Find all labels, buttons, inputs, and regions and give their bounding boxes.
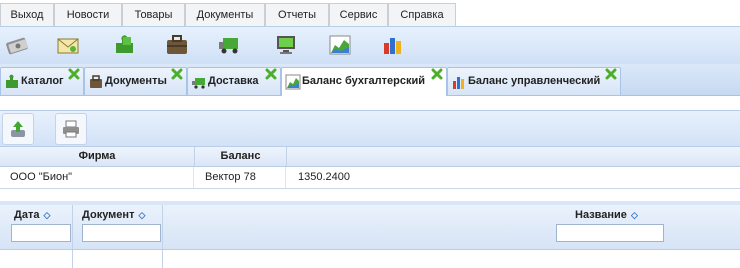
bar-chart-icon: [384, 38, 401, 54]
close-icon[interactable]: [431, 68, 443, 80]
export-icon: [11, 121, 25, 137]
sort-icon[interactable]: ◇: [138, 210, 145, 221]
document-filter-input[interactable]: [82, 224, 161, 242]
tab-label: Баланс бухгалтерский: [302, 75, 426, 87]
tab-label: Доставка: [208, 75, 259, 87]
puzzle-icon: [116, 35, 133, 53]
truck-icon: [219, 38, 238, 54]
export-button[interactable]: [2, 113, 34, 145]
table-row: [0, 250, 740, 268]
briefcase-icon: [167, 35, 187, 54]
name-filter-input[interactable]: [556, 224, 664, 242]
menu-help[interactable]: Справка: [388, 3, 456, 26]
delivery-button[interactable]: [216, 30, 246, 60]
truck-icon: [192, 78, 205, 89]
menu-bar: Выход Новости Товары Документы Отчеты Се…: [0, 0, 740, 26]
tab-label: Баланс управленческий: [468, 75, 601, 87]
tab-documents[interactable]: Документы: [84, 67, 187, 95]
menu-documents[interactable]: Документы: [185, 3, 265, 26]
tab-strip: Каталог Документы Доставка Баланс бухгал…: [0, 64, 740, 96]
tab-label: Каталог: [21, 75, 64, 87]
menu-exit[interactable]: Выход: [0, 3, 54, 26]
mail-button[interactable]: [53, 30, 83, 60]
monitor-button[interactable]: [271, 30, 301, 60]
briefcase-icon: [90, 75, 102, 88]
money-icon: [6, 37, 28, 55]
menu-service[interactable]: Сервис: [329, 3, 388, 26]
close-icon[interactable]: [171, 68, 183, 80]
print-button[interactable]: [55, 113, 87, 145]
close-icon[interactable]: [265, 68, 277, 80]
area-chart-icon: [285, 74, 301, 90]
column-label: Документ: [82, 209, 135, 221]
sort-icon[interactable]: ◇: [631, 210, 638, 221]
column-name[interactable]: Название ◇: [575, 209, 638, 221]
action-toolbar: [0, 110, 740, 147]
column-label: Название: [575, 209, 627, 221]
catalog-button[interactable]: [110, 30, 140, 60]
tab-balance-accounting[interactable]: Баланс бухгалтерский: [281, 67, 447, 96]
tab-label: Документы: [105, 75, 167, 87]
tab-catalog[interactable]: Каталог: [0, 67, 84, 95]
close-icon[interactable]: [68, 68, 80, 80]
cell-balance: Вектор 78: [195, 167, 286, 188]
column-firm[interactable]: Фирма: [0, 147, 195, 166]
area-chart-button[interactable]: [325, 30, 355, 60]
cell-firm: ООО "Бион": [0, 167, 194, 188]
sort-icon[interactable]: ◇: [43, 210, 50, 221]
column-document[interactable]: Документ ◇: [82, 209, 145, 221]
column-divider: [72, 250, 73, 268]
balance-table-header: Фирма Баланс: [0, 147, 740, 167]
bar-chart-icon: [453, 77, 464, 89]
menu-goods[interactable]: Товары: [122, 3, 185, 26]
menu-news[interactable]: Новости: [54, 3, 122, 26]
tab-delivery[interactable]: Доставка: [187, 67, 281, 95]
column-label: Дата: [14, 209, 40, 221]
cell-amount: 1350.2400: [298, 171, 350, 183]
main-toolbar: [0, 26, 740, 65]
column-amount[interactable]: [287, 147, 740, 166]
column-divider: [162, 205, 163, 249]
column-date[interactable]: Дата ◇: [14, 209, 50, 221]
column-divider: [72, 205, 73, 249]
tab-balance-management[interactable]: Баланс управленческий: [447, 67, 621, 95]
area-chart-icon: [329, 35, 351, 55]
money-button[interactable]: [3, 30, 33, 60]
column-divider: [162, 250, 163, 268]
menu-reports[interactable]: Отчеты: [265, 3, 329, 26]
mail-icon: [57, 38, 79, 54]
puzzle-icon: [6, 74, 18, 88]
print-icon: [63, 120, 79, 138]
monitor-icon: [277, 36, 295, 54]
table-row[interactable]: ООО "Бион" Вектор 78 1350.2400: [0, 167, 740, 189]
close-icon[interactable]: [605, 68, 617, 80]
documents-button[interactable]: [162, 30, 192, 60]
column-balance[interactable]: Баланс: [195, 147, 287, 166]
documents-table-header: Дата ◇ Документ ◇ Название ◇: [0, 205, 740, 250]
bar-chart-button[interactable]: [378, 30, 408, 60]
date-filter-input[interactable]: [11, 224, 71, 242]
